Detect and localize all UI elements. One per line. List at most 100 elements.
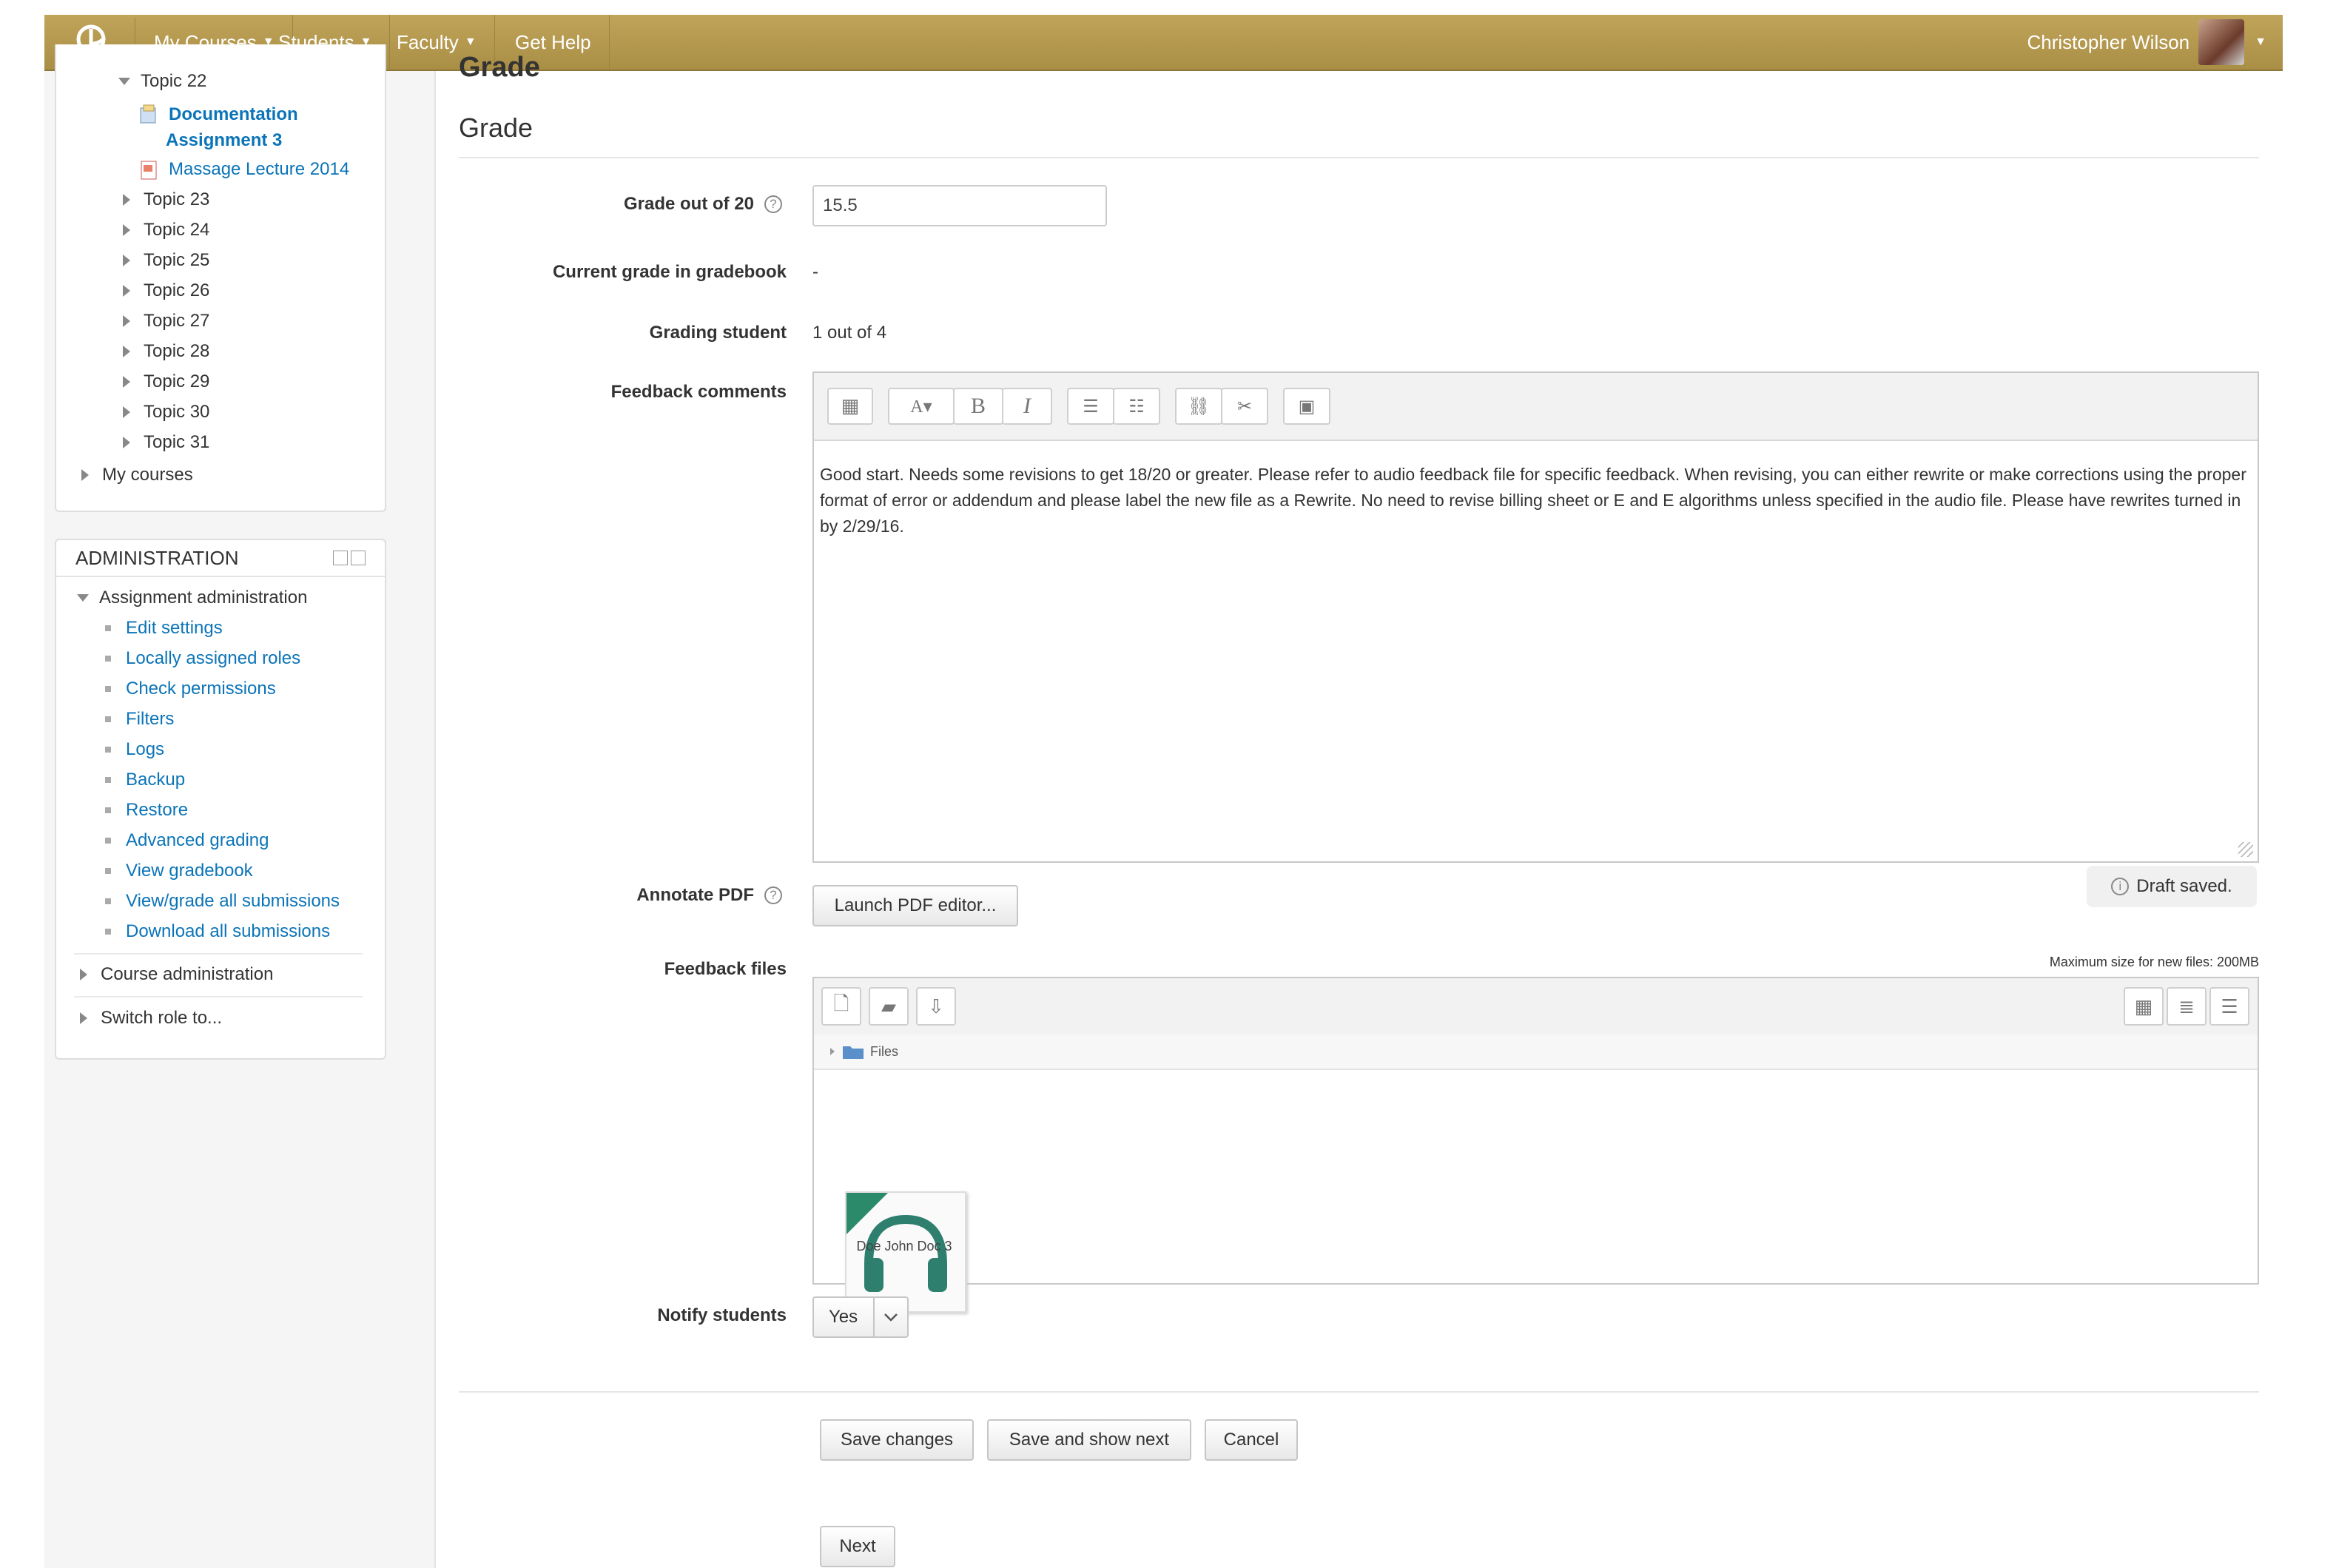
notify-students-select[interactable]: Yes <box>812 1296 909 1338</box>
block-controls[interactable] <box>333 551 368 567</box>
divider <box>74 953 363 955</box>
tree-view-icon: ☰ <box>2221 995 2238 1017</box>
admin-link-label: View/grade all submissions <box>126 891 340 911</box>
tree-topic-22[interactable]: Topic 22 <box>118 71 206 92</box>
toolbar-toggle-button[interactable]: ▦ <box>827 388 873 425</box>
chevron-down-icon <box>873 1298 907 1336</box>
view-details-button[interactable]: ≣ <box>2167 987 2207 1026</box>
tree-label: Topic 29 <box>144 371 210 391</box>
view-tree-button[interactable]: ☰ <box>2209 987 2249 1026</box>
admin-link-filters[interactable]: Filters <box>105 709 174 730</box>
tree-topic[interactable]: Topic 25 <box>123 250 209 271</box>
tree-topic[interactable]: Topic 30 <box>123 402 209 423</box>
caret-down-icon: ▼ <box>2255 36 2266 48</box>
assignment-icon <box>140 104 156 124</box>
bold-icon: B <box>970 394 986 418</box>
admin-link-label: Logs <box>126 739 165 759</box>
tree-topic[interactable]: Topic 27 <box>123 311 209 332</box>
view-icons-button[interactable]: ▦ <box>2124 987 2164 1026</box>
tree-my-courses[interactable]: My courses <box>81 465 193 485</box>
tree-label: Topic 31 <box>144 432 210 452</box>
tree-topic[interactable]: Topic 26 <box>123 280 209 301</box>
tree-link-line2[interactable]: Assignment 3 <box>166 130 282 151</box>
tree-topic[interactable]: Topic 23 <box>123 189 209 210</box>
resize-grip-icon[interactable] <box>2238 842 2253 857</box>
tree-switch-role[interactable]: Switch role to... <box>80 1008 222 1029</box>
tree-label: Assignment administration <box>99 588 308 608</box>
link-button[interactable]: ⛓ <box>1175 388 1222 425</box>
dock-icon[interactable] <box>351 551 366 565</box>
tree-massage-lecture[interactable]: Massage Lecture 2014 <box>138 158 349 181</box>
tree-label: Topic 27 <box>144 311 210 331</box>
admin-link-backup[interactable]: Backup <box>105 770 185 790</box>
tree-label: Topic 23 <box>144 189 210 209</box>
tree-label: Topic 26 <box>144 280 210 300</box>
path-label[interactable]: Files <box>870 1044 898 1060</box>
user-menu[interactable]: Christopher Wilson ▼ <box>2027 15 2266 70</box>
admin-link-label: Check permissions <box>126 679 276 699</box>
collapsed-arrow-icon <box>81 469 89 481</box>
bullet-icon <box>105 686 111 692</box>
admin-link-label: Locally assigned roles <box>126 648 301 668</box>
unlink-button[interactable]: ✂ <box>1221 388 1268 425</box>
style-dropdown-button[interactable]: A▾ <box>888 388 955 425</box>
block-title: ADMINISTRATION <box>75 546 239 569</box>
feedback-text[interactable]: Good start. Needs some revisions to get … <box>820 462 2247 539</box>
add-file-button[interactable]: 🗋 <box>821 987 861 1026</box>
collapsed-arrow-icon <box>123 224 130 236</box>
tree-topic[interactable]: Topic 24 <box>123 220 209 240</box>
save-and-show-next-button[interactable]: Save and show next <box>987 1419 1191 1461</box>
admin-link-roles[interactable]: Locally assigned roles <box>105 648 300 669</box>
admin-link-permissions[interactable]: Check permissions <box>105 679 276 699</box>
tree-label: Topic 30 <box>144 402 210 422</box>
folder-icon <box>843 1046 864 1059</box>
tree-topic[interactable]: Topic 29 <box>123 371 209 392</box>
admin-link-label: View gradebook <box>126 861 253 881</box>
collapse-icon[interactable] <box>333 551 348 565</box>
next-button[interactable]: Next <box>820 1526 895 1567</box>
ordered-list-button[interactable]: ☷ <box>1113 388 1160 425</box>
feedback-files-label: Feedback files <box>664 959 787 979</box>
download-all-button[interactable]: ⇩ <box>916 987 956 1026</box>
image-button[interactable]: ▣ <box>1283 388 1330 425</box>
tree-topic[interactable]: Topic 31 <box>123 432 209 453</box>
admin-link-advanced-grading[interactable]: Advanced grading <box>105 830 269 851</box>
collapsed-arrow-icon <box>123 376 130 388</box>
admin-link-download-all[interactable]: Download all submissions <box>105 921 330 942</box>
save-changes-button[interactable]: Save changes <box>820 1419 974 1461</box>
expanded-arrow-icon <box>77 594 89 602</box>
bullet-icon <box>105 898 111 904</box>
unordered-list-button[interactable]: ☰ <box>1067 388 1114 425</box>
tree-documentation-assignment[interactable]: Documentation <box>138 104 298 126</box>
file-item[interactable]: Doe John Doc 3 <box>814 1069 994 1313</box>
admin-link-logs[interactable]: Logs <box>105 739 164 760</box>
help-icon[interactable]: ? <box>764 886 782 904</box>
tree-link: Documentation <box>169 104 298 124</box>
collapsed-arrow-icon <box>80 969 87 980</box>
admin-link-restore[interactable]: Restore <box>105 800 188 821</box>
page-heading-partial: Grade <box>459 52 540 83</box>
divider <box>459 1391 2259 1393</box>
bullet-icon <box>105 747 111 753</box>
tree-label: Topic 22 <box>141 71 207 91</box>
tree-topic[interactable]: Topic 28 <box>123 341 209 362</box>
tree-course-admin[interactable]: Course administration <box>80 964 273 985</box>
launch-pdf-editor-button[interactable]: Launch PDF editor... <box>812 885 1018 926</box>
help-icon[interactable]: ? <box>764 195 782 213</box>
feedback-editor[interactable]: ▦ A▾ B I ☰ ☷ ⛓ ✂ ▣ Good start. Needs som… <box>812 371 2259 863</box>
admin-link-label: Backup <box>126 770 186 790</box>
admin-link-view-gradebook[interactable]: View gradebook <box>105 861 253 881</box>
feedback-comments-label: Feedback comments <box>610 382 787 402</box>
admin-link-view-grade-all[interactable]: View/grade all submissions <box>105 891 340 912</box>
cancel-button[interactable]: Cancel <box>1205 1419 1298 1461</box>
admin-link-label: Advanced grading <box>126 830 269 850</box>
label-text: Annotate PDF <box>636 885 754 905</box>
admin-link-edit-settings[interactable]: Edit settings <box>105 618 223 639</box>
image-icon: ▣ <box>1298 397 1316 417</box>
bold-button[interactable]: B <box>953 388 1003 425</box>
create-folder-button[interactable]: ▰ <box>869 987 909 1026</box>
admin-link-label: Restore <box>126 800 189 820</box>
tree-assignment-admin[interactable]: Assignment administration <box>77 588 307 608</box>
italic-button[interactable]: I <box>1002 388 1052 425</box>
grade-input[interactable]: 15.5 <box>812 185 1107 226</box>
